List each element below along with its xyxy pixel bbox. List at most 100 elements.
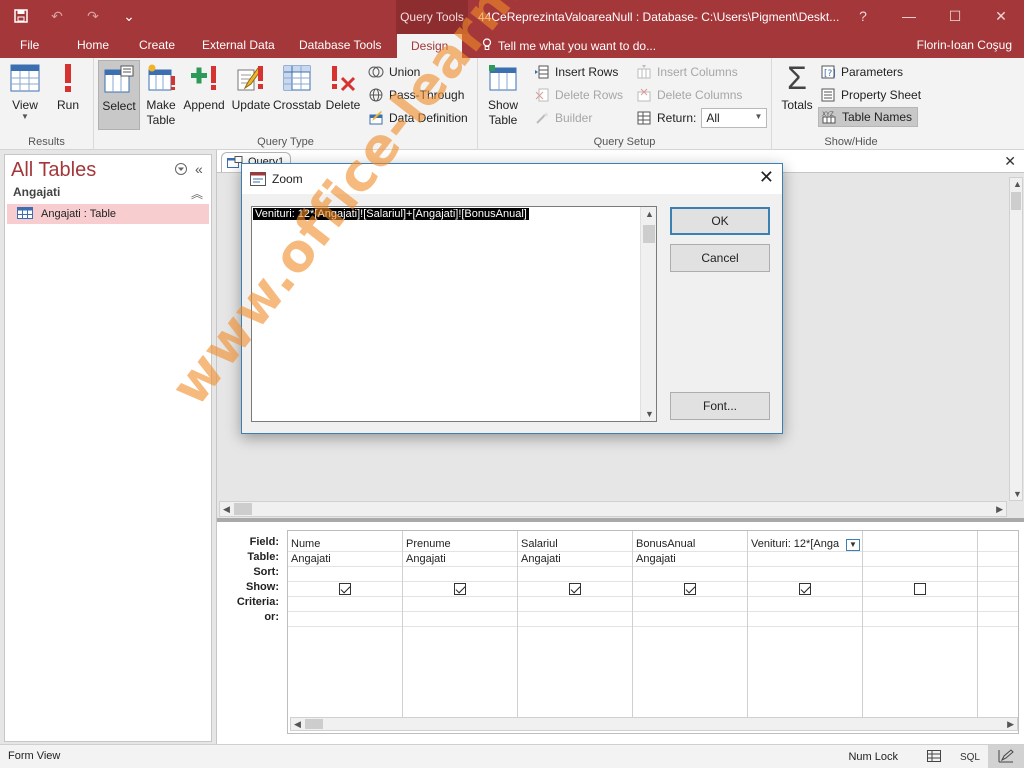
or-cell[interactable] — [518, 612, 632, 627]
pass-through-button[interactable]: Pass-Through — [368, 85, 464, 105]
nav-pane-title[interactable]: All Tables — [11, 159, 96, 182]
tab-home[interactable]: Home — [77, 38, 109, 52]
tab-external-data[interactable]: External Data — [202, 38, 275, 52]
close-icon[interactable]: ✕ — [759, 167, 774, 188]
help-button[interactable]: ? — [840, 0, 886, 32]
sort-cell[interactable] — [518, 567, 632, 582]
upper-horizontal-scrollbar[interactable]: ◀ ▶ — [219, 501, 1007, 517]
field-cell[interactable]: BonusAnual — [633, 537, 747, 552]
scroll-up-icon[interactable]: ▲ — [1013, 179, 1022, 189]
collapse-group-icon[interactable]: ︽ — [191, 185, 203, 202]
nav-item-angajati-table[interactable]: Angajati : Table — [7, 204, 209, 224]
shutter-bar-close-icon[interactable]: « — [195, 161, 203, 177]
table-cell[interactable]: Angajati — [633, 552, 747, 567]
nav-group-header[interactable]: Angajati ︽ — [13, 185, 207, 202]
data-definition-button[interactable]: Data Definition — [368, 108, 468, 128]
upper-vertical-scrollbar[interactable]: ▲ ▼ — [1009, 177, 1023, 501]
crosstab-button[interactable]: Crosstab — [272, 62, 322, 112]
criteria-cell[interactable] — [748, 597, 862, 612]
delete-rows-button[interactable]: Delete Rows — [534, 85, 623, 105]
grid-horizontal-scrollbar[interactable]: ◀ ▶ — [290, 717, 1018, 731]
ok-button[interactable]: OK — [670, 207, 770, 235]
insert-columns-button[interactable]: Insert Columns — [636, 62, 738, 82]
close-window-button[interactable]: ✕ — [978, 0, 1024, 32]
select-query-button[interactable]: Select — [98, 60, 140, 130]
append-button[interactable]: Append — [182, 62, 226, 112]
design-view-button[interactable] — [988, 745, 1024, 768]
datasheet-view-button[interactable] — [916, 745, 952, 768]
table-names-button[interactable]: XYZ Table Names — [818, 107, 919, 127]
sort-cell[interactable] — [403, 567, 517, 582]
parameters-button[interactable]: [?] Parameters — [820, 62, 903, 82]
scroll-thumb[interactable] — [1011, 192, 1021, 210]
sort-cell[interactable] — [748, 567, 862, 582]
builder-button[interactable]: Builder — [534, 108, 592, 128]
cancel-button[interactable]: Cancel — [670, 244, 770, 272]
sort-cell[interactable] — [978, 567, 1018, 582]
or-cell[interactable] — [403, 612, 517, 627]
restore-button[interactable]: ☐ — [932, 0, 978, 32]
scroll-thumb[interactable] — [643, 225, 655, 243]
show-checkbox[interactable] — [799, 583, 811, 595]
make-table-button[interactable]: Make Table — [144, 62, 178, 128]
show-checkbox[interactable] — [569, 583, 581, 595]
criteria-cell[interactable] — [863, 597, 977, 612]
or-cell[interactable] — [288, 612, 402, 627]
show-checkbox[interactable] — [914, 583, 926, 595]
zoom-expression-textarea[interactable]: Venituri: 12*[Angajati]![Salariul]+[Anga… — [251, 206, 657, 422]
delete-query-button[interactable]: Delete — [324, 62, 362, 112]
tab-database-tools[interactable]: Database Tools — [299, 38, 382, 52]
criteria-cell[interactable] — [403, 597, 517, 612]
user-name[interactable]: Florin-Ioan Coşug — [917, 38, 1012, 52]
or-cell[interactable] — [863, 612, 977, 627]
minimize-button[interactable]: — — [886, 0, 932, 32]
field-cell[interactable] — [978, 537, 1018, 552]
run-button[interactable]: Run — [52, 62, 84, 112]
criteria-cell[interactable] — [518, 597, 632, 612]
font-button[interactable]: Font... — [670, 392, 770, 420]
field-cell[interactable]: Prenume — [403, 537, 517, 552]
show-table-button[interactable]: Show Table — [484, 62, 522, 128]
dialog-title-bar[interactable]: Zoom ✕ — [242, 164, 782, 194]
field-cell[interactable]: Salariul — [518, 537, 632, 552]
field-cell-active[interactable]: Venituri: 12*[Anga ▼ — [748, 537, 862, 552]
close-document-icon[interactable]: ✕ — [1004, 153, 1016, 170]
criteria-cell[interactable] — [978, 597, 1018, 612]
scroll-right-icon[interactable]: ▶ — [996, 504, 1003, 515]
zoom-vertical-scrollbar[interactable]: ▲ ▼ — [640, 207, 656, 421]
redo-icon[interactable]: ↷ — [82, 6, 104, 26]
view-button[interactable]: View ▼ — [6, 62, 44, 121]
customize-toolbar-icon[interactable]: ⌄ — [118, 6, 140, 26]
scroll-right-icon[interactable]: ▶ — [1007, 719, 1014, 730]
show-cell[interactable] — [978, 582, 1018, 597]
table-cell[interactable]: Angajati — [288, 552, 402, 567]
tab-create[interactable]: Create — [139, 38, 175, 52]
tell-me-box[interactable]: Tell me what you want to do... — [482, 38, 656, 54]
tab-file[interactable]: File — [20, 38, 39, 52]
totals-button[interactable]: Σ Totals — [778, 60, 816, 113]
scroll-thumb[interactable] — [234, 503, 252, 515]
show-checkbox[interactable] — [339, 583, 351, 595]
nav-menu-icon[interactable] — [175, 163, 187, 178]
sql-view-button[interactable]: SQL — [952, 745, 988, 768]
table-cell[interactable] — [978, 552, 1018, 567]
union-button[interactable]: Union — [368, 62, 420, 82]
sort-cell[interactable] — [288, 567, 402, 582]
update-button[interactable]: Update — [230, 62, 272, 112]
delete-columns-button[interactable]: Delete Columns — [636, 85, 742, 105]
scroll-down-icon[interactable]: ▼ — [645, 409, 654, 419]
table-cell[interactable] — [863, 552, 977, 567]
sort-cell[interactable] — [633, 567, 747, 582]
show-checkbox[interactable] — [454, 583, 466, 595]
scroll-down-icon[interactable]: ▼ — [1013, 489, 1022, 499]
save-icon[interactable] — [10, 6, 32, 26]
table-cell[interactable] — [748, 552, 862, 567]
or-cell[interactable] — [978, 612, 1018, 627]
field-cell[interactable]: Nume — [288, 537, 402, 552]
or-cell[interactable] — [633, 612, 747, 627]
table-cell[interactable]: Angajati — [403, 552, 517, 567]
scroll-thumb[interactable] — [305, 719, 323, 729]
scroll-left-icon[interactable]: ◀ — [294, 719, 301, 730]
show-checkbox[interactable] — [684, 583, 696, 595]
or-cell[interactable] — [748, 612, 862, 627]
